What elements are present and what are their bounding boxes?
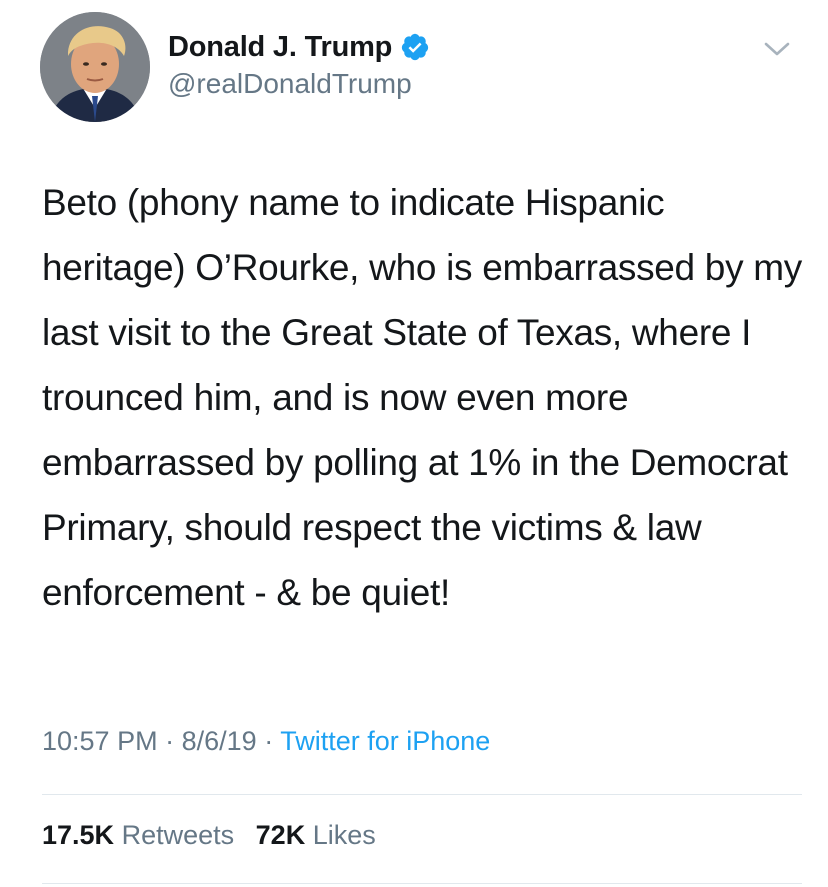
display-name[interactable]: Donald J. Trump [168, 31, 392, 64]
meta-separator: · [165, 726, 175, 756]
chevron-down-icon[interactable] [762, 38, 792, 60]
retweets-count: 17.5K [42, 820, 115, 850]
handle[interactable]: @realDonaldTrump [168, 68, 430, 100]
tweet-text: Beto (phony name to indicate Hispanic he… [42, 182, 802, 613]
avatar[interactable] [40, 12, 150, 122]
retweets-label: Retweets [121, 820, 235, 850]
meta-separator: · [264, 726, 274, 756]
likes-count: 72K [255, 820, 306, 850]
retweets-stat[interactable]: 17.5K Retweets [42, 820, 242, 850]
likes-stat[interactable]: 72K Likes [256, 820, 376, 850]
likes-label: Likes [312, 820, 376, 850]
profile-photo-icon [40, 12, 150, 122]
tweet-meta: 10:57 PM · 8/6/19 · Twitter for iPhone [42, 726, 490, 757]
author-block: Donald J. Trump @realDonaldTrump [168, 28, 430, 100]
divider [42, 794, 802, 795]
tweet-date[interactable]: 8/6/19 [182, 726, 257, 756]
name-row: Donald J. Trump [168, 28, 430, 66]
divider [42, 883, 802, 884]
tweet-detail: Donald J. Trump @realDonaldTrump Beto (p… [0, 0, 828, 887]
verified-badge-icon [400, 32, 430, 62]
engagement-stats: 17.5K Retweets 72K Likes [42, 820, 390, 851]
tweet-source-link[interactable]: Twitter for iPhone [280, 726, 490, 756]
tweet-time[interactable]: 10:57 PM [42, 726, 158, 756]
